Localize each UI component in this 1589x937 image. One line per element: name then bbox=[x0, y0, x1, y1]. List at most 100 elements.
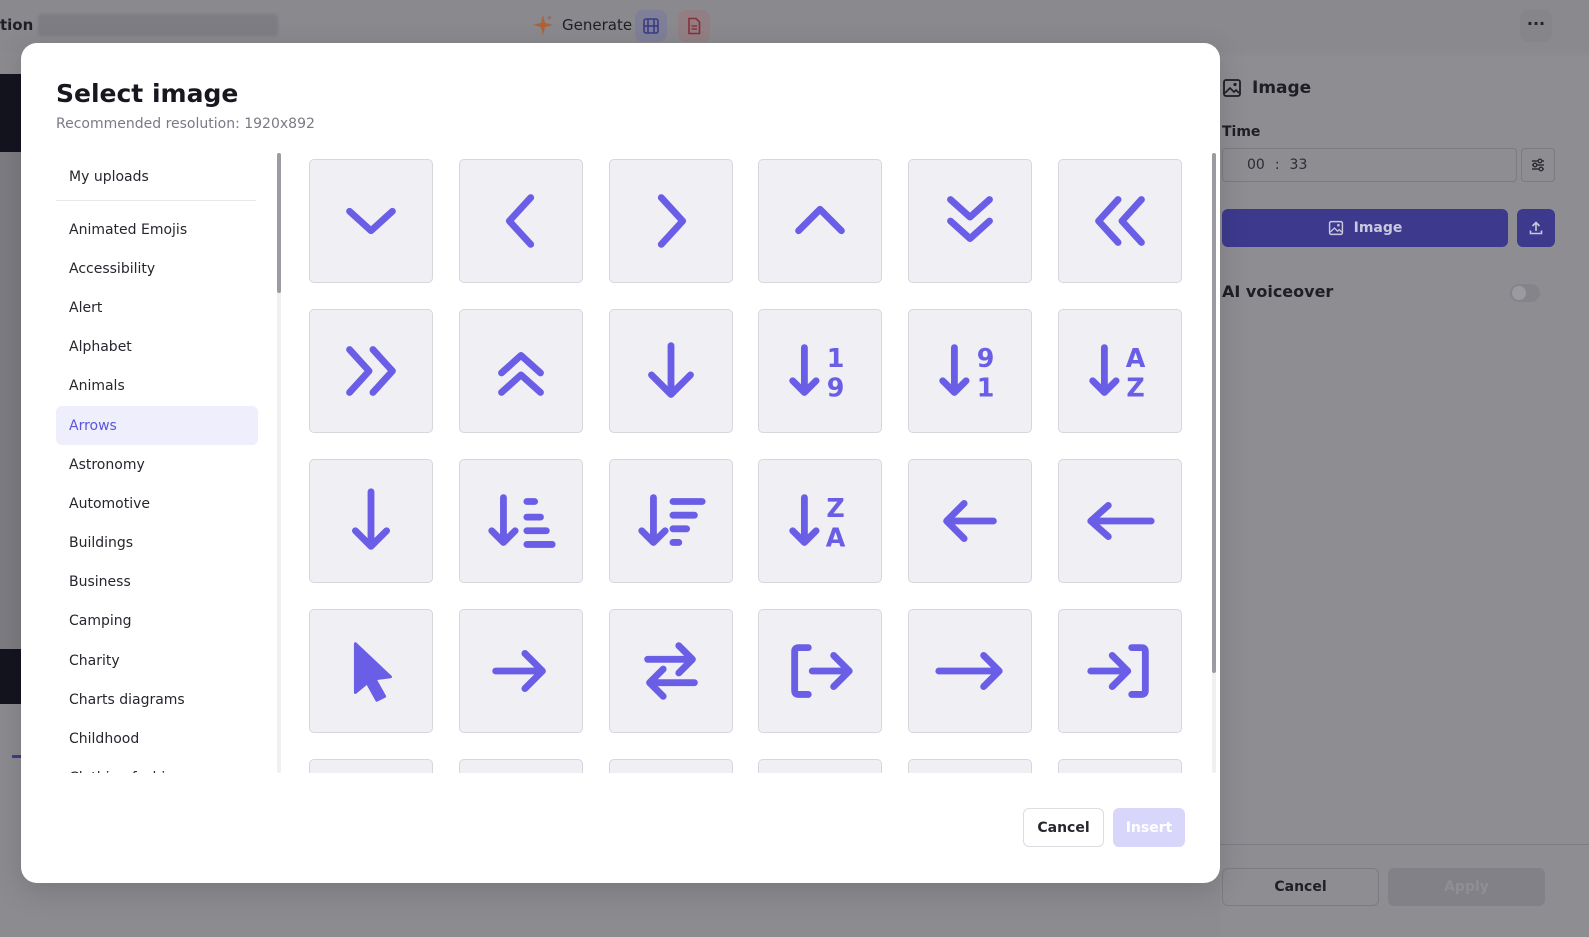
chevrons-left-icon bbox=[1095, 196, 1145, 246]
category-astronomy[interactable]: Astronomy bbox=[56, 445, 258, 484]
icon-tile-arrow-right-long[interactable] bbox=[908, 609, 1033, 733]
icon-tile-arrow-right-from-bracket[interactable] bbox=[758, 609, 883, 733]
icon-tile-more-4[interactable] bbox=[758, 759, 883, 773]
category-scrollbar[interactable] bbox=[277, 153, 281, 773]
category-business[interactable]: Business bbox=[56, 563, 258, 602]
category-arrows[interactable]: Arrows bbox=[56, 405, 258, 446]
category-animals[interactable]: Animals bbox=[56, 367, 258, 406]
choose-image-label: Image bbox=[1353, 220, 1403, 236]
scrollbar-thumb[interactable] bbox=[277, 153, 281, 293]
properties-panel: Image Time 00 : 33 Image AI voiceover Ca… bbox=[1220, 56, 1589, 937]
icon-tile-arrows-left-right[interactable] bbox=[608, 609, 733, 733]
icon-tile-arrow-left-long[interactable] bbox=[1057, 459, 1182, 583]
icon-tile-arrow-down-a-z[interactable]: AZ bbox=[1057, 309, 1182, 433]
arrow-pointer-icon bbox=[353, 642, 392, 702]
time-settings-button[interactable] bbox=[1521, 148, 1555, 182]
icon-grid-area: 1991AZZA bbox=[309, 159, 1205, 773]
icon-tile-arrow-down-long[interactable] bbox=[309, 459, 433, 583]
arrow-left-long-icon bbox=[1087, 501, 1155, 541]
icon-tile-chevron-down[interactable] bbox=[309, 159, 433, 283]
arrow-left-icon bbox=[943, 500, 997, 542]
icon-tile-chevron-left[interactable] bbox=[458, 159, 583, 283]
icon-tile-arrow-down[interactable] bbox=[608, 309, 733, 433]
icon-tile-chevrons-right[interactable] bbox=[309, 309, 433, 433]
grid-scrollbar[interactable] bbox=[1212, 153, 1216, 773]
icon-tile-chevrons-left[interactable] bbox=[1057, 159, 1182, 283]
icon-tile-chevrons-down[interactable] bbox=[908, 159, 1033, 283]
arrow-down-wide-short-icon bbox=[637, 494, 706, 546]
category-charity[interactable]: Charity bbox=[56, 641, 258, 680]
arrow-down-short-wide-icon bbox=[488, 494, 556, 548]
app-name: tion bbox=[0, 16, 34, 34]
generate-button[interactable]: Generate bbox=[532, 14, 632, 36]
upload-button[interactable] bbox=[1517, 209, 1555, 247]
chevrons-down-icon bbox=[947, 196, 994, 242]
category-charts-diagrams[interactable]: Charts diagrams bbox=[56, 680, 258, 719]
timeline-strip bbox=[0, 74, 21, 704]
category-childhood[interactable]: Childhood bbox=[56, 719, 258, 758]
category-alphabet[interactable]: Alphabet bbox=[56, 328, 258, 367]
sparkle-icon bbox=[532, 14, 554, 36]
category-clothing-fashion[interactable]: Clothing fashion bbox=[56, 759, 258, 773]
icon-tile-arrow-left[interactable] bbox=[908, 459, 1033, 583]
chevrons-up-icon bbox=[497, 351, 544, 396]
icon-tile-arrow-right-to-bracket[interactable] bbox=[1057, 609, 1182, 733]
modal-subtitle: Recommended resolution: 1920x892 bbox=[56, 116, 315, 132]
sliders-icon bbox=[1532, 158, 1544, 172]
svg-text:9: 9 bbox=[827, 372, 845, 402]
icon-tile-more-3[interactable] bbox=[608, 759, 733, 773]
more-options-button[interactable]: ··· bbox=[1520, 10, 1552, 42]
preview-thumbnail bbox=[0, 74, 21, 152]
category-my-uploads[interactable]: My uploads bbox=[56, 153, 258, 200]
category-buildings[interactable]: Buildings bbox=[56, 524, 258, 563]
chevron-right-icon bbox=[657, 194, 686, 248]
icon-tile-arrow-pointer[interactable] bbox=[309, 609, 433, 733]
image-icon bbox=[1328, 220, 1343, 236]
document-icon bbox=[688, 17, 701, 35]
category-camping[interactable]: Camping bbox=[56, 602, 258, 641]
icon-tile-arrow-down-9-1[interactable]: 91 bbox=[908, 309, 1033, 433]
svg-text:Z: Z bbox=[827, 493, 845, 523]
icon-tile-arrow-right[interactable] bbox=[458, 609, 583, 733]
icon-tile-more-2[interactable] bbox=[458, 759, 583, 773]
preview-thumbnail bbox=[0, 649, 21, 704]
category-automotive[interactable]: Automotive bbox=[56, 484, 258, 523]
svg-text:1: 1 bbox=[977, 372, 995, 402]
arrow-down-a-z-icon: AZ bbox=[1089, 343, 1146, 402]
arrow-down-z-a-icon: ZA bbox=[789, 493, 846, 552]
svg-text:1: 1 bbox=[827, 343, 845, 373]
icon-tile-chevron-up[interactable] bbox=[758, 159, 883, 283]
time-separator: : bbox=[1274, 157, 1280, 173]
category-accessibility[interactable]: Accessibility bbox=[56, 249, 258, 288]
film-button[interactable] bbox=[635, 10, 667, 42]
cancel-button[interactable]: Cancel bbox=[1023, 808, 1104, 847]
icon-tile-more-6[interactable] bbox=[1057, 759, 1182, 773]
time-seconds: 33 bbox=[1289, 157, 1308, 173]
scrollbar-thumb[interactable] bbox=[1212, 153, 1216, 673]
panel-apply-button[interactable]: Apply bbox=[1388, 868, 1545, 906]
document-button[interactable] bbox=[678, 10, 710, 42]
icon-tile-more-5[interactable] bbox=[908, 759, 1033, 773]
category-animated-emojis[interactable]: Animated Emojis bbox=[56, 210, 258, 249]
ai-voiceover-label: AI voiceover bbox=[1222, 282, 1334, 301]
select-image-modal: Select image Recommended resolution: 192… bbox=[21, 43, 1220, 883]
arrow-right-icon bbox=[492, 650, 546, 692]
icon-tile-chevron-right[interactable] bbox=[608, 159, 733, 283]
chevron-down-icon bbox=[346, 207, 396, 235]
project-name-field[interactable] bbox=[38, 14, 278, 36]
category-alert[interactable]: Alert bbox=[56, 288, 258, 327]
icon-tile-arrow-down-short-wide[interactable] bbox=[458, 459, 583, 583]
icon-tile-arrow-down-1-9[interactable]: 19 bbox=[758, 309, 883, 433]
ai-voiceover-toggle[interactable] bbox=[1510, 284, 1540, 302]
icon-tile-more-1[interactable] bbox=[309, 759, 433, 773]
choose-image-button[interactable]: Image bbox=[1222, 209, 1508, 247]
arrow-down-1-9-icon: 19 bbox=[789, 343, 845, 402]
insert-button[interactable]: Insert bbox=[1113, 808, 1185, 847]
icon-tile-chevrons-up[interactable] bbox=[458, 309, 583, 433]
svg-text:A: A bbox=[826, 522, 846, 552]
icon-tile-arrow-down-z-a[interactable]: ZA bbox=[758, 459, 883, 583]
panel-cancel-button[interactable]: Cancel bbox=[1222, 868, 1379, 906]
modal-title: Select image bbox=[56, 79, 239, 108]
time-input[interactable]: 00 : 33 bbox=[1222, 148, 1517, 182]
icon-tile-arrow-down-wide-short[interactable] bbox=[608, 459, 733, 583]
